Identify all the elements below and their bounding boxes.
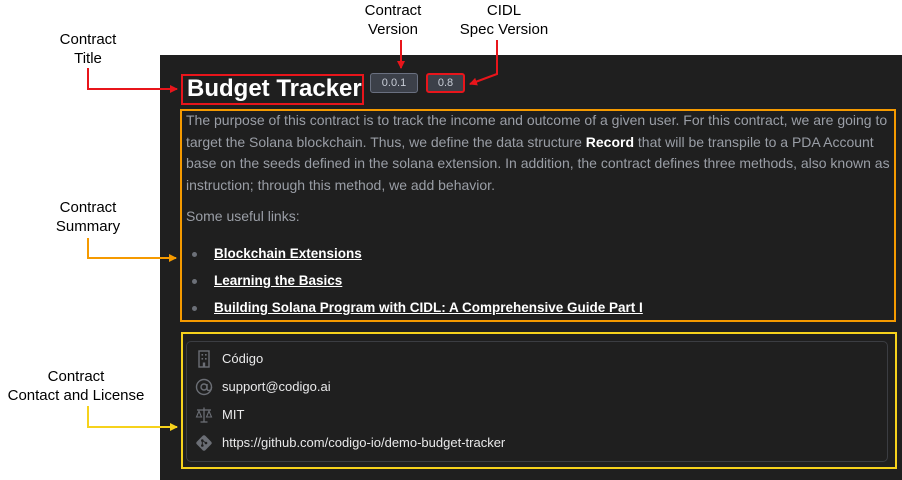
- bullet-icon: [192, 252, 197, 257]
- link-learning-basics[interactable]: Learning the Basics: [214, 271, 342, 291]
- email-address[interactable]: support@codigo.ai: [222, 376, 331, 398]
- cidl-version-badge: 0.8: [426, 73, 465, 93]
- bullet-icon: [192, 306, 197, 311]
- git-icon: [194, 433, 214, 453]
- annotation-contract-summary: Contract Summary: [55, 199, 121, 235]
- annotation-contract-version: Contract Version: [364, 2, 422, 38]
- annotation-contract-title: Contract Title: [59, 31, 117, 67]
- annotation-contract-contact: Contract Contact and License: [7, 368, 145, 404]
- organization-name: Código: [222, 351, 264, 366]
- contract-version-badge: 0.0.1: [370, 73, 418, 93]
- repository-url[interactable]: https://github.com/codigo-io/demo-budget…: [222, 432, 505, 454]
- scale-icon: [194, 405, 214, 425]
- link-blockchain-extensions[interactable]: Blockchain Extensions: [214, 244, 362, 264]
- contract-summary: The purpose of this contract is to track…: [186, 110, 890, 196]
- at-sign-icon: [194, 377, 214, 397]
- contract-title: Budget Tracker: [187, 75, 362, 102]
- annotation-cidl-spec-version: CIDL Spec Version: [459, 2, 549, 38]
- link-comprehensive-guide[interactable]: Building Solana Program with CIDL: A Com…: [214, 298, 643, 318]
- bullet-icon: [192, 279, 197, 284]
- links-intro: Some useful links:: [186, 208, 300, 224]
- license-name: MIT: [222, 407, 245, 422]
- summary-record-keyword: Record: [585, 133, 634, 150]
- building-icon: [194, 349, 214, 369]
